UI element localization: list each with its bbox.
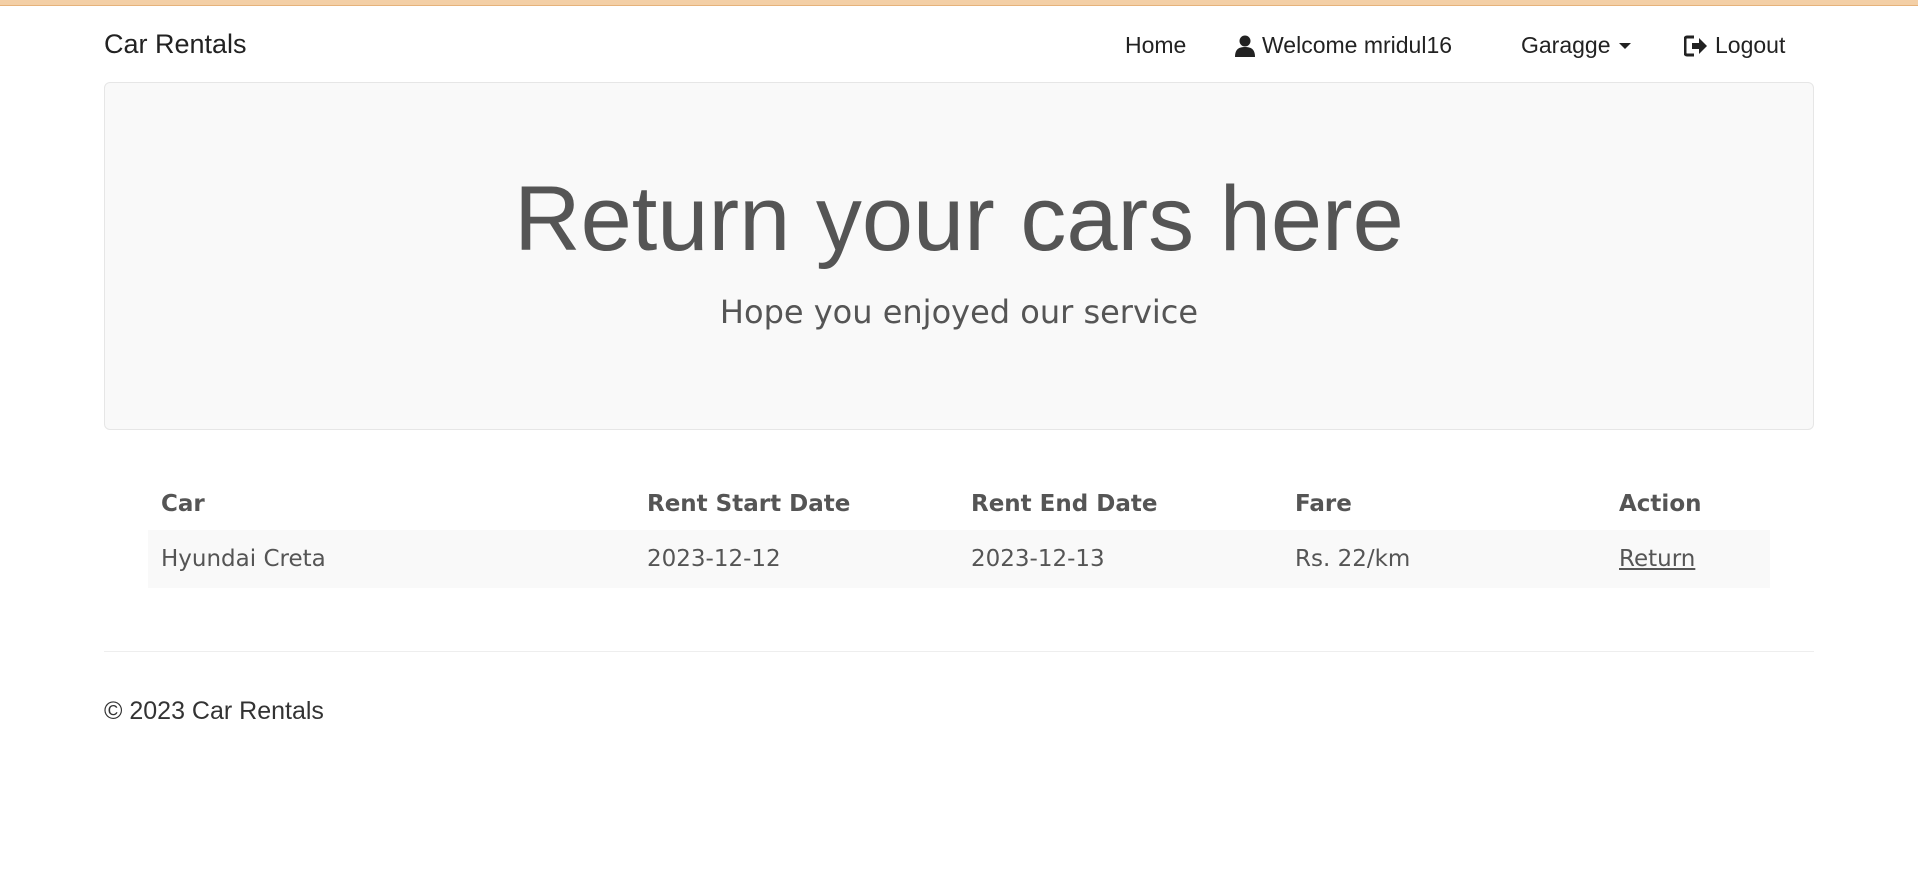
nav-welcome-link[interactable]: Welcome mridul16: [1235, 32, 1452, 59]
header-fare: Fare: [1295, 491, 1352, 517]
table-header-row: Car Rent Start Date Rent End Date Fare A…: [148, 478, 1770, 530]
header-action: Action: [1619, 491, 1702, 517]
welcome-label: Welcome mridul16: [1262, 32, 1453, 58]
page-subtitle: Hope you enjoyed our service: [719, 293, 1199, 331]
caret-down-icon: [1618, 42, 1631, 49]
logout-label: Logout: [1715, 32, 1786, 58]
garage-dropdown[interactable]: Garagge: [1521, 32, 1631, 59]
footer-divider: [104, 651, 1814, 652]
logout-link[interactable]: Logout: [1684, 32, 1785, 59]
garage-label: Garagge: [1521, 32, 1611, 58]
cell-action: Return: [1606, 530, 1770, 588]
cell-rent-end-date: 2023-12-13: [958, 530, 1282, 588]
logout-icon: [1684, 35, 1715, 57]
rentals-table: Car Rent Start Date Rent End Date Fare A…: [148, 478, 1770, 588]
cell-car: Hyundai Creta: [148, 530, 634, 588]
header-rent-start-date: Rent Start Date: [647, 491, 851, 517]
jumbotron: Return your cars here Hope you enjoyed o…: [104, 82, 1814, 430]
nav-home-link[interactable]: Home: [1125, 32, 1186, 59]
page-title: Return your cars here: [514, 168, 1404, 270]
table-row: Hyundai Creta 2023-12-12 2023-12-13 Rs. …: [148, 530, 1770, 588]
header-car: Car: [161, 491, 205, 517]
navbar: Car Rentals Home Welcome mridul16 Garagg…: [104, 6, 1814, 82]
user-icon: [1235, 35, 1262, 57]
footer-copyright: © 2023 Car Rentals: [104, 697, 324, 725]
header-rent-end-date: Rent End Date: [971, 491, 1158, 517]
return-link[interactable]: Return: [1619, 546, 1695, 572]
brand-link[interactable]: Car Rentals: [104, 29, 247, 60]
cell-fare: Rs. 22/km: [1282, 530, 1606, 588]
cell-rent-start-date: 2023-12-12: [634, 530, 958, 588]
